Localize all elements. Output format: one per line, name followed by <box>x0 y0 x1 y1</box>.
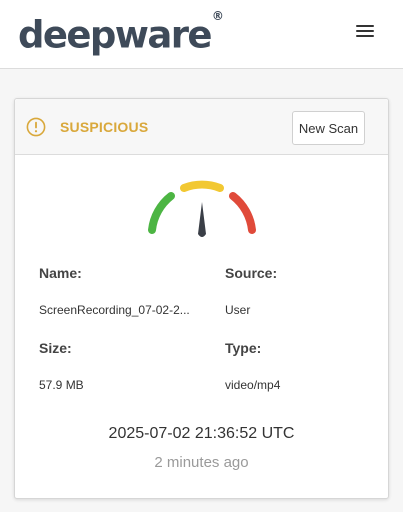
logo-text: deepware <box>18 13 212 57</box>
source-label: Source: <box>225 265 278 281</box>
gauge-needle <box>198 202 206 237</box>
scan-timestamp: 2025-07-02 21:36:52 UTC <box>108 425 295 442</box>
type-value: video/mp4 <box>225 378 281 392</box>
name-value: ScreenRecording_07-02-2... <box>39 303 190 317</box>
hamburger-menu-icon[interactable] <box>352 22 378 44</box>
deepware-logo[interactable]: deepware® <box>18 8 224 57</box>
registered-mark: ® <box>211 9 224 23</box>
gauge-low-segment <box>148 192 175 234</box>
type-label: Type: <box>225 340 262 356</box>
gauge-high-segment <box>229 192 256 234</box>
result-header: SUSPICIOUS New Scan <box>15 99 388 155</box>
size-value: 57.9 MB <box>39 378 84 392</box>
top-navbar: deepware® <box>0 0 403 69</box>
new-scan-button[interactable]: New Scan <box>292 111 365 145</box>
relative-time: 2 minutes ago <box>154 454 249 471</box>
gauge-mid-segment <box>180 180 224 192</box>
name-label: Name: <box>39 265 82 281</box>
size-label: Size: <box>39 340 72 356</box>
status-label: SUSPICIOUS <box>60 119 149 135</box>
scan-result-card: SUSPICIOUS New Scan Name: ScreenRecordin… <box>14 98 389 499</box>
warning-circle-icon <box>26 117 46 137</box>
source-value: User <box>225 303 251 317</box>
risk-gauge <box>148 180 256 237</box>
